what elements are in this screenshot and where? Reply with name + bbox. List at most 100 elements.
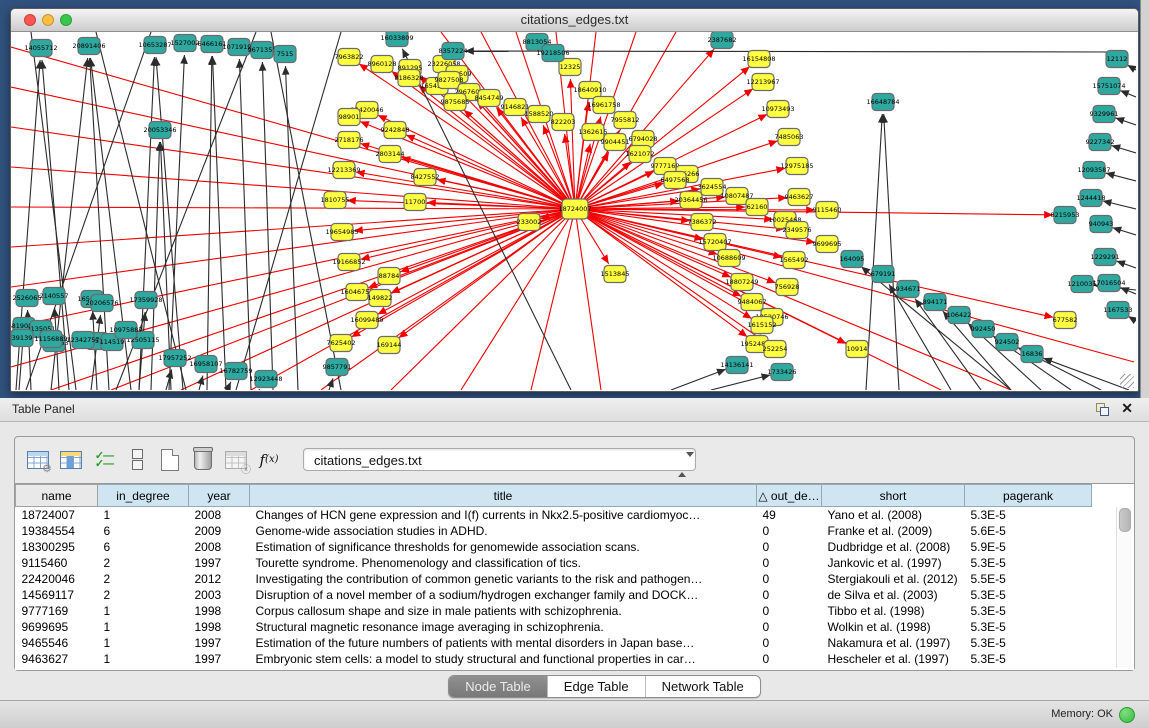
table-cell[interactable]: 5.3E-5 [965, 555, 1092, 571]
table-cell[interactable]: Genome-wide association studies in ADHD. [250, 523, 757, 539]
network-node[interactable]: 1244418 [1077, 190, 1106, 207]
table-cell[interactable]: Jankovic et al. (1997) [822, 555, 965, 571]
network-node[interactable]: 17957252 [158, 350, 191, 367]
table-row[interactable]: 1830029562008Estimation of significance … [16, 539, 1092, 555]
network-node[interactable]: 17016504 [1092, 275, 1125, 292]
network-edge[interactable] [575, 102, 588, 209]
network-canvas[interactable]: 1872400779638228960128891295232260589827… [11, 32, 1136, 390]
network-node[interactable]: 7515 [274, 46, 296, 63]
network-node[interactable]: 1615152 [748, 317, 777, 334]
network-node[interactable]: 8454749 [475, 90, 504, 107]
network-node[interactable]: 18807249 [725, 274, 758, 291]
table-cell[interactable]: 1 [98, 603, 189, 619]
network-node[interactable]: 677582 [1053, 312, 1078, 329]
table-cell[interactable]: Stergiakouli et al. (2012) [822, 571, 965, 587]
network-node[interactable]: 894171 [923, 294, 948, 311]
table-cell[interactable]: 5.3E-5 [965, 587, 1092, 603]
table-column-icon[interactable] [58, 447, 84, 473]
network-node[interactable]: 679191 [871, 266, 896, 283]
table-cell[interactable]: Hescheler et al. (1997) [822, 651, 965, 667]
network-edge[interactable] [1112, 228, 1136, 235]
table-cell[interactable]: 14569117 [16, 587, 98, 603]
network-edge[interactable] [1103, 201, 1136, 209]
select-attributes-icon[interactable]: ✓—✓— [91, 447, 117, 473]
table-cell[interactable]: 0 [757, 587, 822, 603]
network-node[interactable]: 992450 [971, 321, 996, 338]
network-node[interactable]: 12213967 [746, 74, 779, 91]
delete-icon[interactable] [190, 447, 216, 473]
network-node[interactable]: 12923448 [249, 371, 282, 388]
table-cell[interactable]: Corpus callosum shape and size in male p… [250, 603, 757, 619]
network-node[interactable]: 9329961 [1090, 106, 1119, 123]
table-cell[interactable]: 0 [757, 619, 822, 635]
network-node[interactable]: 1167533 [1104, 302, 1133, 319]
table-row[interactable]: 1938455462009Genome-wide association stu… [16, 523, 1092, 539]
network-edge[interactable] [199, 376, 203, 390]
network-edge[interactable] [1120, 91, 1136, 97]
tab-edge-table[interactable]: Edge Table [547, 676, 645, 697]
attribute-table-viewport[interactable]: namein_degreeyeartitle△ out_de…shortpage… [15, 483, 1134, 670]
network-node[interactable]: 15751074 [1092, 78, 1125, 95]
network-node[interactable]: 2526065 [13, 290, 42, 307]
table-cell[interactable]: 2009 [189, 523, 250, 539]
network-edge[interactable] [378, 209, 575, 314]
network-node[interactable]: 8960128 [368, 56, 397, 73]
table-row[interactable]: 946362711997Embryonic stem cells: a mode… [16, 651, 1092, 667]
network-node[interactable]: 2803144 [376, 146, 405, 163]
network-node[interactable]: 14136141 [720, 357, 753, 374]
network-edge[interactable] [575, 209, 601, 390]
window-resize-grip[interactable] [1120, 374, 1134, 388]
network-node[interactable]: 2349576 [783, 222, 812, 239]
network-node[interactable]: 15720407 [698, 234, 731, 251]
network-node[interactable]: 20053346 [143, 122, 176, 139]
network-edge[interactable] [169, 55, 184, 390]
network-node[interactable]: 12112 [1106, 51, 1128, 68]
network-edge[interactable] [575, 209, 1134, 362]
table-settings-icon[interactable]: ⚙ [25, 447, 51, 473]
column-header-in_degree[interactable]: in_degree [98, 485, 189, 507]
network-node[interactable]: 19654985 [325, 224, 358, 241]
network-edge[interactable] [239, 59, 251, 390]
network-edge[interactable] [259, 389, 260, 390]
network-node[interactable]: 164095 [840, 251, 865, 268]
network-node[interactable]: 10914 [846, 341, 868, 358]
table-selector-dropdown[interactable]: citations_edges.txt [303, 448, 696, 471]
network-edge[interactable] [1111, 146, 1136, 153]
table-cell[interactable]: 6 [98, 539, 189, 555]
table-row[interactable]: 977716911998Corpus callosum shape and si… [16, 603, 1092, 619]
network-node[interactable]: 8186328 [395, 70, 424, 87]
network-node[interactable]: 9671355 [248, 42, 277, 59]
close-panel-icon[interactable]: ✕ [1121, 400, 1133, 417]
table-cell[interactable]: 1998 [189, 603, 250, 619]
table-cell[interactable]: 0 [757, 635, 822, 651]
network-graph[interactable]: 1872400779638228960128891295232260589827… [11, 32, 1136, 390]
network-edge[interactable] [236, 32, 341, 390]
network-node[interactable]: 2387682 [708, 32, 737, 49]
network-edge[interactable] [575, 209, 1053, 317]
network-node[interactable]: 88784 [378, 268, 400, 285]
network-node[interactable]: 252254 [763, 341, 788, 358]
column-header-year[interactable]: year [189, 485, 250, 507]
network-edge[interactable] [1128, 316, 1136, 321]
network-node[interactable]: 7955812 [611, 112, 640, 129]
column-header-pagerank[interactable]: pagerank [965, 485, 1092, 507]
table-cell[interactable]: Disruption of a novel member of a sodium… [250, 587, 757, 603]
network-node[interactable]: 9857791 [323, 359, 352, 376]
table-cell[interactable]: 22420046 [16, 571, 98, 587]
network-node[interactable]: 233002 [517, 214, 542, 231]
function-icon[interactable]: f(x) [256, 447, 282, 473]
network-node[interactable]: 149822 [368, 290, 393, 307]
network-node[interactable]: 9484067 [738, 294, 767, 311]
table-cell[interactable]: 9463627 [16, 651, 98, 667]
table-type-segmented-control[interactable]: Node TableEdge TableNetwork Table [448, 675, 761, 698]
scrollbar-thumb[interactable] [1119, 508, 1131, 532]
network-node[interactable]: 1810755 [321, 192, 350, 209]
table-cell[interactable]: Franke et al. (2009) [822, 523, 965, 539]
table-row[interactable]: 969969511998Structural magnetic resonanc… [16, 619, 1092, 635]
network-node[interactable]: 7963822 [335, 49, 364, 66]
network-edge[interactable] [1116, 261, 1136, 268]
network-edge[interactable] [262, 62, 273, 390]
network-edge[interactable] [207, 56, 212, 390]
network-edge[interactable] [711, 375, 770, 390]
network-edge[interactable] [156, 57, 183, 390]
